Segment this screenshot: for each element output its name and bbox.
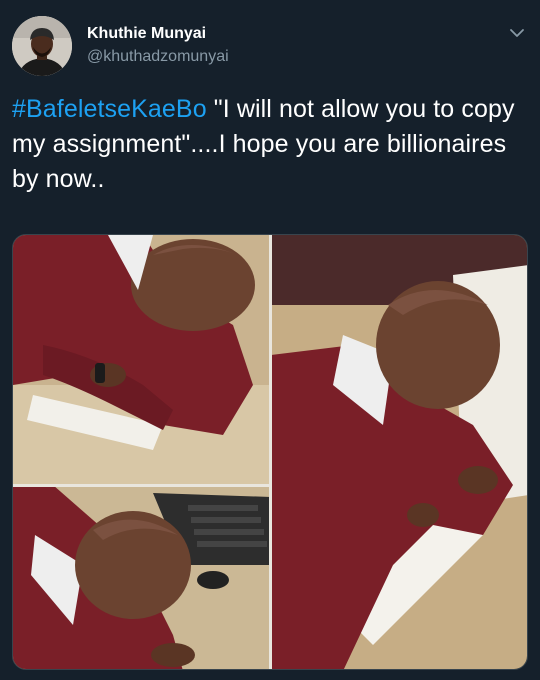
tweet-text: #BafeletseKaeBo "I will not allow you to… — [12, 92, 522, 197]
author-handle[interactable]: @khuthadzomunyai — [87, 46, 229, 68]
photo-panel-bottom-left — [13, 485, 271, 669]
collage-divider-horizontal — [13, 484, 271, 487]
tweet-card: Khuthie Munyai @khuthadzomunyai #Bafelet… — [0, 0, 540, 680]
collage-divider-vertical — [269, 235, 272, 669]
hashtag-link[interactable]: #BafeletseKaeBo — [12, 95, 207, 123]
author-block[interactable]: Khuthie Munyai @khuthadzomunyai — [87, 24, 229, 68]
author-display-name[interactable]: Khuthie Munyai — [87, 24, 229, 44]
avatar[interactable] — [12, 16, 72, 76]
chevron-down-icon[interactable] — [508, 26, 526, 38]
media-collage — [13, 235, 527, 669]
photo-panel-right — [271, 235, 527, 669]
photo-panel-top-left — [13, 235, 271, 485]
avatar-image — [12, 16, 72, 76]
tweet-media[interactable] — [12, 234, 528, 670]
